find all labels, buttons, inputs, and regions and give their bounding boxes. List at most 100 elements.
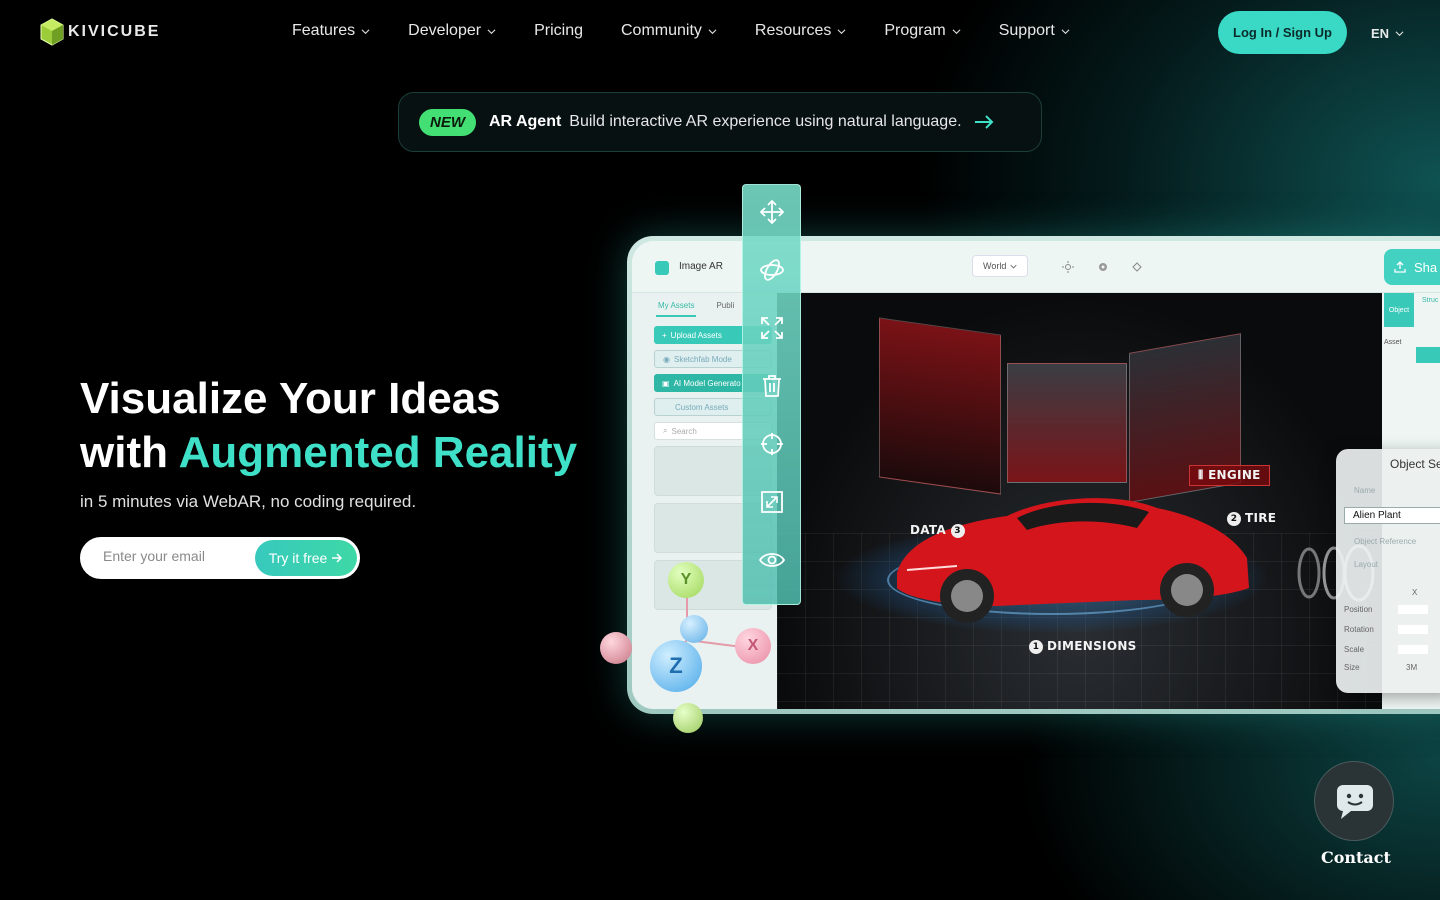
tab-public[interactable]: Publi [716, 301, 734, 310]
logo-wordmark: KIVICUBE [68, 23, 161, 40]
arrow-right-icon [974, 115, 993, 129]
contact-label: Contact [1321, 848, 1391, 867]
axis-origin-handle[interactable] [680, 615, 708, 643]
position-x-field[interactable] [1398, 605, 1428, 614]
sketchfab-icon: ◉ [663, 354, 670, 364]
nav-item-features[interactable]: Features [292, 22, 370, 40]
nav-item-program[interactable]: Program [884, 22, 961, 40]
scene-panel-left [879, 317, 1001, 495]
custom-assets-label: Custom Assets [675, 402, 729, 412]
tire-label: 2 TIRE [1227, 511, 1276, 526]
nav-item-resources[interactable]: Resources [755, 22, 846, 40]
contact-button[interactable] [1314, 761, 1394, 841]
object-settings-title: Object Se [1390, 457, 1440, 471]
data-number: 3 [950, 523, 965, 538]
transform-toolbar [742, 184, 801, 605]
email-input[interactable] [103, 548, 253, 564]
chevron-down-icon [1061, 28, 1070, 34]
data-label: DATA 3 [910, 523, 969, 538]
tab-asset[interactable]: Asset [1384, 339, 1402, 346]
hero-title-line2-prefix: with [80, 428, 179, 477]
scale-x-field[interactable] [1398, 645, 1428, 654]
nav-item-label: Resources [754, 22, 832, 39]
delete-tool[interactable] [758, 373, 786, 400]
target-icon [760, 432, 783, 455]
tire-number: 2 [1227, 511, 1241, 526]
gear-icon[interactable] [1097, 261, 1109, 273]
scale-tool[interactable] [758, 315, 786, 342]
name-label: Name [1354, 486, 1376, 495]
axis-z-handle[interactable]: Z [650, 640, 702, 692]
engine-label: ⦀ ENGINE [1189, 465, 1270, 486]
focus-tool[interactable] [758, 430, 786, 457]
project-name: Image AR [679, 261, 723, 272]
nav-item-developer[interactable]: Developer [408, 22, 496, 40]
try-it-free-label: Try it free [268, 550, 328, 566]
arrow-right-icon [332, 553, 343, 563]
chevron-down-icon [487, 28, 496, 34]
tire-label-text: TIRE [1245, 511, 1277, 525]
nav-item-label: Pricing [534, 22, 583, 39]
tab-my-assets[interactable]: My Assets [658, 301, 694, 310]
chevron-down-icon [1395, 31, 1404, 37]
object-settings-card: Object Se Name Alien Plant Object Refere… [1336, 449, 1440, 693]
hero-title: Visualize Your Ideas with Augmented Real… [80, 372, 620, 480]
share-label: Sha [1414, 259, 1438, 275]
scale-label: Scale [1344, 645, 1365, 654]
sun-icon[interactable] [1062, 261, 1074, 273]
scene-panel-center [1007, 363, 1127, 483]
rotation-x-field[interactable] [1398, 625, 1428, 634]
login-signup-button[interactable]: Log In / Sign Up [1218, 11, 1347, 54]
paint-bucket-icon[interactable] [1131, 261, 1143, 273]
nav-item-community[interactable]: Community [621, 22, 717, 40]
language-selector[interactable]: EN [1371, 26, 1404, 41]
engine-label-text: ENGINE [1208, 468, 1261, 482]
space-mode-select[interactable]: World [972, 255, 1029, 277]
axis-negative-y-handle[interactable] [673, 703, 703, 733]
back-icon[interactable] [655, 261, 669, 275]
move-icon [759, 200, 784, 225]
hero-subtitle: in 5 minutes via WebAR, no coding requir… [80, 492, 417, 511]
nav-item-pricing[interactable]: Pricing [534, 22, 583, 40]
upload-assets-label: Upload Assets [670, 330, 722, 340]
nav-item-label: Program [884, 22, 946, 39]
axis-y-handle[interactable]: Y [668, 562, 704, 598]
top-nav: KIVICUBE Features Developer Pricing Comm… [0, 0, 1440, 66]
3d-viewport[interactable]: ⦀ ENGINE 2 TIRE DATA 3 1 DIMENSIONS [777, 293, 1382, 709]
axis-x-header: X [1412, 588, 1418, 597]
nav-item-support[interactable]: Support [999, 22, 1070, 40]
hero-title-line1: Visualize Your Ideas [80, 374, 501, 423]
nav-item-label: Community [620, 22, 702, 39]
tab-object[interactable]: Object [1384, 293, 1414, 327]
email-signup-form: Try it free [80, 537, 360, 579]
new-badge: NEW [419, 108, 476, 136]
waveform-icon: ⦀ [1198, 468, 1209, 482]
rotate-icon [759, 259, 784, 282]
language-label: EN [1371, 26, 1390, 41]
sketchfab-label: Sketchfab Mode [673, 354, 732, 364]
logo[interactable]: KIVICUBE [40, 18, 160, 46]
cube-logo-icon [40, 18, 64, 46]
axis-x-handle[interactable]: X [735, 628, 771, 664]
search-placeholder: Search [671, 426, 697, 436]
announcement-banner[interactable]: NEW AR Agent Build interactive AR experi… [398, 92, 1042, 152]
axis-negative-x-handle[interactable] [600, 632, 632, 664]
fit-icon [760, 490, 783, 513]
structure-row-selected[interactable] [1416, 347, 1440, 363]
try-it-free-button[interactable]: Try it free [255, 540, 357, 576]
rotate-tool[interactable] [758, 257, 786, 284]
fit-tool[interactable] [758, 488, 786, 515]
hero-title-accent: Augmented Reality [178, 428, 578, 477]
tab-structure[interactable]: Struc [1422, 297, 1438, 304]
chevron-down-icon [837, 28, 846, 34]
chat-bubble-icon [1337, 785, 1373, 819]
nav-item-label: Support [998, 22, 1055, 39]
chevron-down-icon [708, 28, 717, 34]
move-tool[interactable] [758, 199, 786, 226]
sports-car-image [897, 498, 1249, 623]
cube-icon: ▣ [662, 378, 670, 388]
plus-icon: + [662, 330, 667, 340]
object-name-input[interactable]: Alien Plant [1344, 507, 1440, 524]
share-button[interactable]: Sha [1384, 249, 1440, 285]
rotation-label: Rotation [1344, 625, 1374, 634]
